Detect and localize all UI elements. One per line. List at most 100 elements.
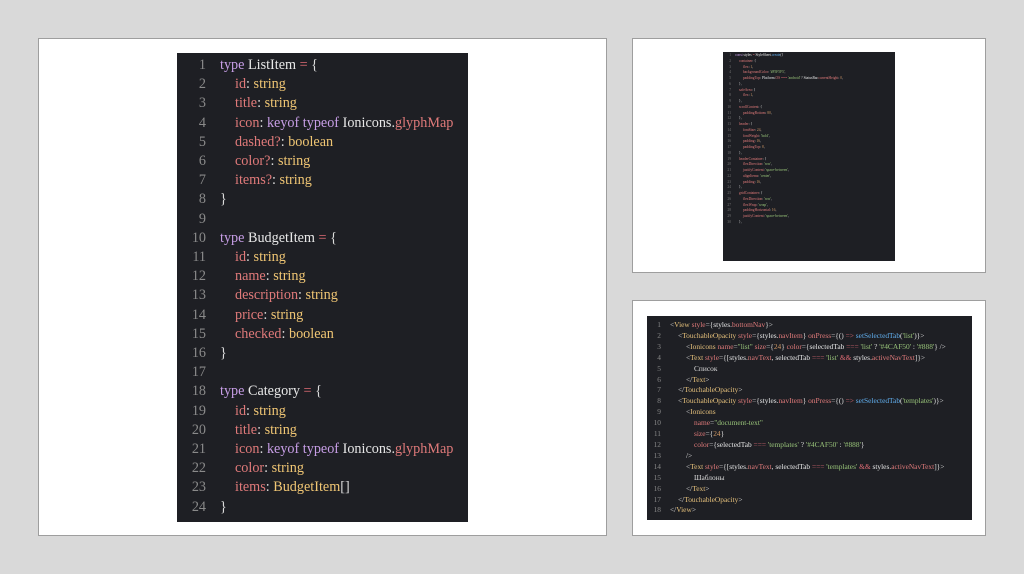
code-token: string [253, 76, 286, 93]
code-line: 17 </TouchableOpacity> [647, 495, 972, 506]
code-token: : [246, 249, 254, 266]
code-token: fontSize [743, 127, 755, 132]
code-token: = [303, 383, 316, 400]
line-number: 8 [657, 396, 661, 406]
code-token: ={() [831, 396, 846, 406]
code-token: }, [739, 81, 742, 86]
line-number: 10 [191, 229, 206, 246]
code-token: string [271, 460, 304, 477]
code-line: 1 <View style={styles.bottomNav}> [647, 320, 972, 331]
code-token: : [264, 460, 272, 477]
code-line: 7 </TouchableOpacity> [647, 385, 972, 396]
code-token: ={ [766, 341, 774, 351]
code-token: id [235, 249, 247, 266]
code-token: === [781, 76, 788, 80]
line-number: 17 [653, 494, 661, 504]
line-number: 18 [191, 383, 206, 400]
code-token: selectedTab [775, 461, 812, 471]
code-line: 23 items: BudgetItem[] [177, 478, 468, 497]
code-token: Text [690, 352, 706, 362]
code-token: 'row' [764, 196, 771, 201]
code-token: id [235, 76, 247, 93]
code-token: , [752, 64, 754, 69]
line-number: 7 [657, 385, 661, 395]
code-token: '#4CAF50' [879, 341, 913, 351]
code-token: container [739, 58, 753, 63]
code-line: 9 <Ionicons [647, 407, 972, 418]
code-token: selectedTab [809, 341, 847, 351]
code-token: : [259, 441, 267, 458]
code-line: 14 <Text style={[styles.navText, selected… [647, 462, 972, 473]
code-line: 11 size={24} [647, 429, 972, 440]
code-token: price [235, 306, 264, 323]
code-line: 18 </View> [647, 505, 972, 516]
code-token: : { [748, 122, 753, 126]
code-token: checked [235, 325, 282, 342]
code-token: : { [758, 191, 763, 195]
code-token: header [739, 122, 749, 126]
line-number: 5 [657, 363, 661, 373]
code-line: 10 type BudgetItem = { [177, 229, 468, 248]
code-token: 'space-between' [765, 214, 788, 218]
code-token: TouchableOpacity [682, 330, 739, 340]
code-token: name [235, 268, 266, 285]
line-number: 22 [191, 460, 206, 477]
code-token: description [235, 287, 299, 304]
code-token: TouchableOpacity [684, 494, 739, 504]
code-token: string [264, 95, 297, 112]
code-token: 'center' [760, 173, 771, 178]
code-token: , [760, 139, 761, 144]
code-token: }> [765, 320, 773, 329]
code-token: items? [235, 172, 273, 189]
code-line: 5 dashed?: boolean [177, 133, 468, 152]
code-token: 'templates' [902, 396, 934, 406]
code-token: => [845, 330, 856, 340]
code-token: : [272, 172, 280, 189]
code-token: => [845, 396, 856, 406]
code-token: View [674, 320, 692, 329]
code-token: name [694, 418, 711, 428]
code-token: scrollContent [739, 104, 759, 109]
code-token: flexWrap [743, 202, 757, 207]
code-token: style [691, 320, 706, 329]
code-token: ={ [709, 439, 717, 449]
code-token: 'templates' [826, 461, 860, 471]
code-token: styles [713, 320, 731, 329]
code-token: } [220, 345, 227, 362]
code-token: color [786, 341, 802, 351]
code-line: 7 items?: string [177, 171, 468, 190]
code-token: , [763, 145, 765, 149]
code-token: BudgetItem [273, 479, 341, 496]
code-token: : { [758, 104, 762, 109]
code-token: selectedTab [775, 352, 812, 362]
code-token: , [770, 110, 772, 115]
code-token: Ionicons [342, 114, 392, 131]
code-token: activeNavText [871, 352, 915, 362]
code-token: safeArea [739, 87, 752, 92]
code-line: 16} [177, 344, 468, 363]
code-token: { [311, 57, 318, 73]
code-token: : [263, 306, 271, 323]
code-token: === [811, 461, 827, 471]
line-number: 16 [653, 483, 661, 493]
code-token: StatusBar [803, 76, 818, 80]
line-number: 17 [191, 364, 206, 381]
code-token: , [770, 173, 772, 178]
code-token: { [315, 383, 322, 400]
code-token: name [717, 341, 734, 351]
code-token: title [235, 95, 258, 112]
line-number: 5 [198, 133, 206, 150]
line-number: 11 [653, 429, 661, 439]
code-token: 'list' [860, 341, 875, 351]
code-token: '#888' [843, 439, 861, 449]
code-token: string [270, 306, 304, 323]
code-token: )}> [933, 396, 944, 406]
code-token: , [760, 179, 761, 184]
code-token: styles [729, 461, 747, 471]
code-line: 12 name: string [177, 267, 468, 286]
code-token: , [760, 127, 762, 132]
code-token: activeNavText [891, 461, 935, 471]
code-token: } [220, 191, 227, 208]
code-token: setSelectedTab [855, 330, 901, 340]
code-line: 4 icon: keyof typeof Ionicons.glyphMap [177, 114, 468, 133]
